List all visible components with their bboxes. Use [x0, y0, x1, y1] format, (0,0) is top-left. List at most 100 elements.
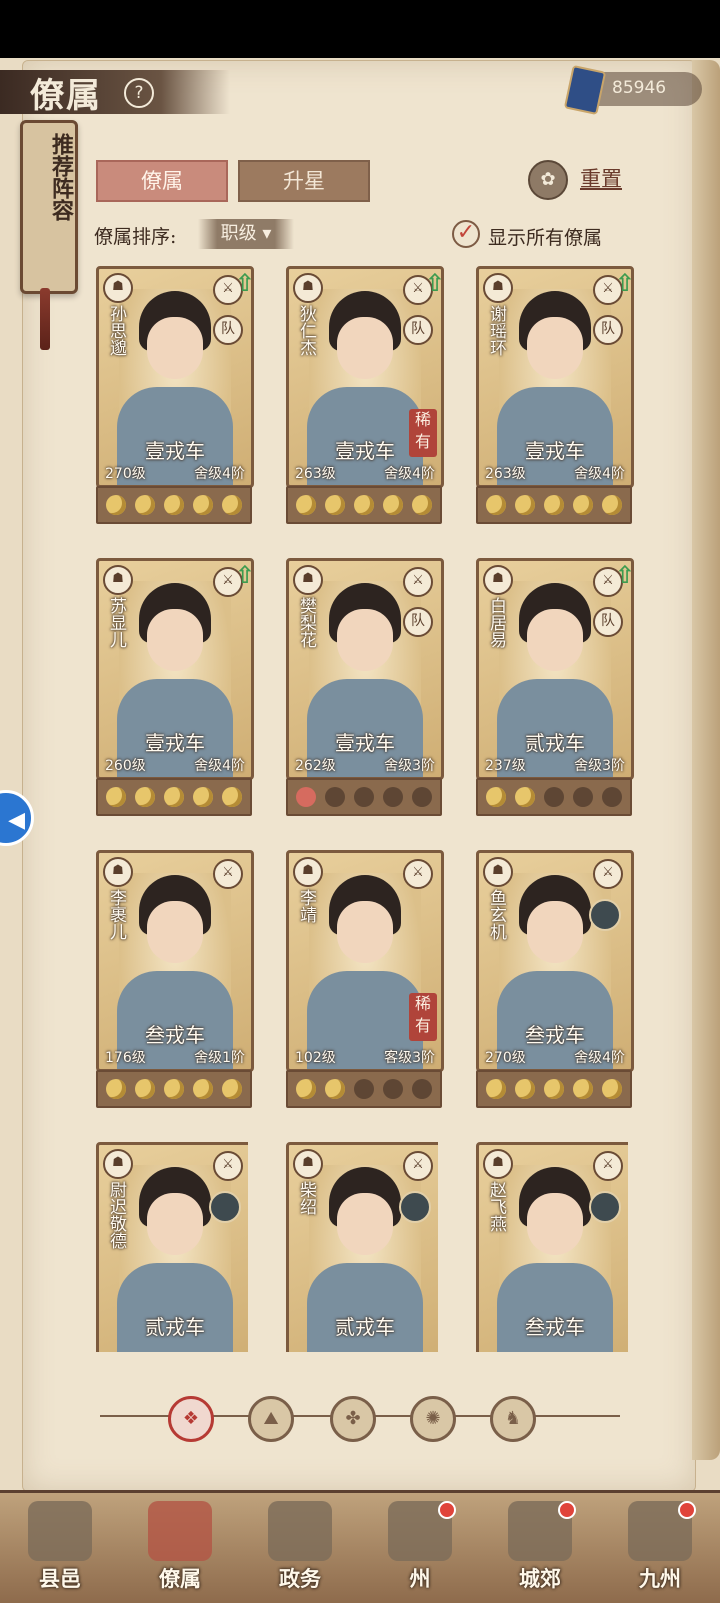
moon-star-icon: [135, 787, 155, 807]
moon-star-icon: [354, 787, 374, 807]
moon-star-icon: [486, 495, 506, 515]
show-all-label[interactable]: 显示所有僚属: [488, 223, 602, 250]
moon-star-icon: [354, 495, 374, 515]
vehicle-label: 叁戎车: [525, 1023, 585, 1047]
level-label: 237级: [485, 758, 526, 774]
moon-star-icon: [164, 1079, 184, 1099]
nav-label: 政务: [279, 1566, 321, 1591]
level-label: 102级: [295, 1050, 336, 1066]
status-bar: [0, 0, 720, 58]
star-row: [476, 1070, 632, 1108]
nav-item[interactable]: 城郊: [480, 1493, 600, 1603]
reset-button[interactable]: 重置: [580, 163, 622, 193]
star-row: [286, 778, 442, 816]
moon-star-icon: [544, 1079, 564, 1099]
rank-label: 舍级3阶: [574, 758, 625, 774]
government-icon: [268, 1501, 332, 1561]
checkbox-icon[interactable]: ✓: [452, 220, 480, 248]
page-title: 僚属: [30, 76, 102, 116]
retainer-card[interactable]: ☗ ⚔ 赵飞燕 叁戎车: [476, 1142, 628, 1352]
retainer-card[interactable]: ☗ ⚔ 队 樊梨花 壹戎车 262级 舍级3阶: [286, 558, 444, 816]
moon-star-icon: [193, 787, 213, 807]
tree-icon[interactable]: ✤: [330, 1396, 376, 1442]
book-icon: [563, 64, 607, 116]
class-icon: ⚔: [213, 1151, 243, 1181]
currency-display[interactable]: 85946: [563, 64, 702, 116]
retainer-name: 狄仁杰: [296, 305, 316, 356]
class-icon: ⚔: [593, 859, 623, 889]
retainer-name: 樊梨花: [296, 597, 316, 648]
sort-dropdown[interactable]: 职级 ▾: [198, 219, 294, 249]
card-frame: ☗ ⚔ 鱼玄机 叁戎车 270级 舍级4阶: [476, 850, 634, 1072]
horse-icon[interactable]: ♞: [490, 1396, 536, 1442]
retainer-card[interactable]: ☗ ⚔ ⇧ 苏显儿 壹戎车 260级 舍级4阶: [96, 558, 254, 816]
rank-label: 舍级4阶: [574, 466, 625, 482]
recommended-lineup-label: 推荐阵容: [48, 133, 74, 221]
vehicle-label: 壹戎车: [145, 439, 205, 463]
star-row: [286, 486, 442, 524]
team-badge: 队: [403, 607, 433, 637]
retainer-name: 尉迟敬德: [106, 1181, 126, 1249]
moon-star-icon: [602, 495, 622, 515]
moon-star-icon: [573, 495, 593, 515]
retainer-name: 柴绍: [296, 1181, 316, 1215]
retainer-card[interactable]: ☗ ⚔ 李靖 稀有 102级 客级3阶: [286, 850, 444, 1108]
nav-item[interactable]: 九州: [600, 1493, 720, 1603]
star-row: [96, 778, 252, 816]
nav-item[interactable]: 县邑: [0, 1493, 120, 1603]
diamond-icon[interactable]: ❖: [168, 1396, 214, 1442]
nav-item[interactable]: 僚属: [120, 1493, 240, 1603]
retainer-card[interactable]: ☗ ⚔ 尉迟敬德 贰戎车: [96, 1142, 248, 1352]
level-label: 263级: [485, 466, 526, 482]
tab-upgrade-star[interactable]: 升星: [238, 160, 370, 202]
moon-star-icon: [164, 787, 184, 807]
retainer-card[interactable]: ☗ ⚔ ⇧ 队狄仁杰 稀有 壹戎车 263级 舍级4阶: [286, 266, 444, 524]
level-label: 176级: [105, 1050, 146, 1066]
reset-icon[interactable]: ✿: [528, 160, 568, 200]
portrait-face: [527, 1193, 583, 1255]
faction-icon: ☗: [483, 1149, 513, 1179]
level-label: 260级: [105, 758, 146, 774]
faction-icon: ☗: [293, 857, 323, 887]
card-frame: ☗ ⚔ 队 樊梨花 壹戎车 262级 舍级3阶: [286, 558, 444, 780]
moon-star-icon: [486, 787, 506, 807]
nav-item[interactable]: 政务: [240, 1493, 360, 1603]
moon-star-icon: [222, 495, 242, 515]
help-icon[interactable]: ?: [124, 78, 154, 108]
moon-star-icon: [573, 1079, 593, 1099]
nav-label: 县邑: [39, 1566, 81, 1591]
portrait-face: [527, 609, 583, 671]
moon-star-icon: [135, 1079, 155, 1099]
bottom-nav: 县邑 僚属 政务 州 城郊 九州: [0, 1490, 720, 1603]
nav-item[interactable]: 州: [360, 1493, 480, 1603]
retainer-name: 李裹儿: [106, 889, 126, 940]
level-label: 270级: [105, 466, 146, 482]
mountain-icon[interactable]: ⛰: [248, 1396, 294, 1442]
retainer-card[interactable]: ☗ ⚔ ⇧ 队孙思邈 壹戎车 270级 舍级4阶: [96, 266, 254, 524]
class-icon: ⚔: [403, 859, 433, 889]
portrait-face: [527, 317, 583, 379]
rarity-tag: 稀有: [409, 993, 437, 1041]
moon-star-icon: [544, 787, 564, 807]
retainer-name: 谢瑶环: [486, 305, 506, 356]
retainer-card[interactable]: ☗ ⚔ ⇧ 队白居易 贰戎车 237级 舍级3阶: [476, 558, 634, 816]
recommended-lineup-banner[interactable]: 推荐阵容: [20, 120, 78, 294]
retainer-card[interactable]: ☗ ⚔ 柴绍 贰戎车: [286, 1142, 438, 1352]
vehicle-label: 贰戎车: [145, 1315, 205, 1339]
retainer-card[interactable]: ☗ ⚔ ⇧ 队谢瑶环 壹戎车 263级 舍级4阶: [476, 266, 634, 524]
class-icon: ⚔: [593, 1151, 623, 1181]
retainer-card[interactable]: ☗ ⚔ 李裹儿 叁戎车 176级 舍级1阶: [96, 850, 254, 1108]
retainer-card[interactable]: ☗ ⚔ 鱼玄机 叁戎车 270级 舍级4阶: [476, 850, 634, 1108]
moon-star-icon: [354, 1079, 374, 1099]
card-frame: ☗ ⚔ 柴绍 贰戎车: [286, 1142, 438, 1352]
upgrade-arrow-icon: ⇧: [234, 269, 254, 297]
faction-icon: ☗: [483, 273, 513, 303]
fan-icon[interactable]: ✺: [410, 1396, 456, 1442]
faction-icon: ☗: [103, 273, 133, 303]
faction-icon: ☗: [293, 1149, 323, 1179]
tab-retainers[interactable]: 僚属: [96, 160, 228, 202]
sort-selected: 职级: [220, 223, 257, 244]
moon-star-icon: [296, 495, 316, 515]
nav-label: 州: [409, 1566, 431, 1591]
portrait-face: [527, 901, 583, 963]
